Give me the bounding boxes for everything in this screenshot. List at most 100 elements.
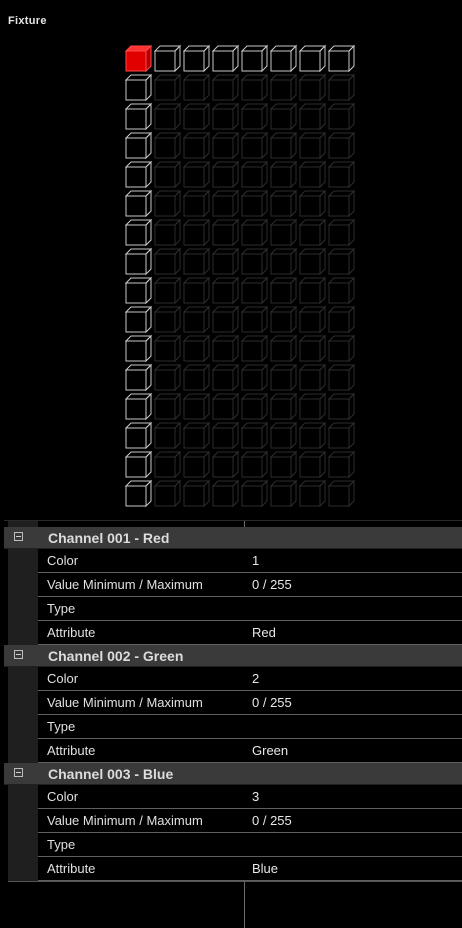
fixture-cell[interactable] — [327, 160, 356, 189]
fixture-cell[interactable] — [153, 102, 182, 131]
fixture-cell[interactable] — [240, 392, 269, 421]
fixture-cell[interactable] — [124, 218, 153, 247]
fixture-cell[interactable] — [124, 102, 153, 131]
fixture-cell[interactable] — [211, 189, 240, 218]
fixture-cell[interactable] — [269, 450, 298, 479]
fixture-cell[interactable] — [298, 44, 327, 73]
fixture-cell[interactable] — [327, 334, 356, 363]
fixture-cell[interactable] — [269, 334, 298, 363]
fixture-cell[interactable] — [153, 334, 182, 363]
fixture-cell[interactable] — [327, 218, 356, 247]
fixture-cell[interactable] — [240, 479, 269, 508]
property-value[interactable]: Blue — [252, 861, 278, 876]
fixture-cell[interactable] — [124, 392, 153, 421]
fixture-cell[interactable] — [298, 450, 327, 479]
fixture-cell[interactable] — [269, 131, 298, 160]
fixture-cell[interactable] — [327, 363, 356, 392]
property-value[interactable]: 3 — [252, 789, 259, 804]
fixture-cell[interactable] — [124, 73, 153, 102]
fixture-cell[interactable] — [211, 334, 240, 363]
property-value[interactable]: 0 / 255 — [252, 813, 292, 828]
fixture-cell[interactable] — [240, 44, 269, 73]
fixture-cell[interactable] — [240, 450, 269, 479]
fixture-cell[interactable] — [269, 479, 298, 508]
fixture-cell[interactable] — [182, 334, 211, 363]
collapse-icon[interactable] — [14, 650, 23, 659]
fixture-cell[interactable] — [153, 247, 182, 276]
fixture-cell[interactable] — [240, 102, 269, 131]
fixture-cell[interactable] — [153, 479, 182, 508]
fixture-cell[interactable] — [269, 276, 298, 305]
property-value[interactable]: Green — [252, 743, 288, 758]
fixture-cell[interactable] — [182, 276, 211, 305]
fixture-cell[interactable] — [124, 189, 153, 218]
fixture-cell[interactable] — [182, 73, 211, 102]
fixture-cell[interactable] — [327, 305, 356, 334]
property-row-color[interactable]: Color 3 — [38, 785, 462, 809]
fixture-grid[interactable] — [124, 44, 364, 514]
fixture-cell[interactable] — [153, 73, 182, 102]
fixture-cell[interactable] — [153, 131, 182, 160]
category-channel-002[interactable]: Channel 002 - Green — [4, 645, 462, 667]
fixture-cell[interactable] — [124, 479, 153, 508]
fixture-cell-selected[interactable] — [124, 44, 153, 73]
fixture-cell[interactable] — [327, 44, 356, 73]
fixture-cell[interactable] — [211, 305, 240, 334]
fixture-cell[interactable] — [298, 218, 327, 247]
fixture-cell[interactable] — [182, 421, 211, 450]
fixture-cell[interactable] — [298, 160, 327, 189]
fixture-cell[interactable] — [269, 44, 298, 73]
fixture-cell[interactable] — [211, 73, 240, 102]
fixture-cell[interactable] — [298, 247, 327, 276]
fixture-cell[interactable] — [298, 305, 327, 334]
fixture-cell[interactable] — [269, 363, 298, 392]
fixture-cell[interactable] — [298, 421, 327, 450]
property-row-attribute[interactable]: Attribute Green — [38, 739, 462, 763]
fixture-cell[interactable] — [240, 334, 269, 363]
fixture-cell[interactable] — [153, 392, 182, 421]
fixture-cell[interactable] — [327, 421, 356, 450]
property-row-color[interactable]: Color 2 — [38, 667, 462, 691]
fixture-cell[interactable] — [124, 276, 153, 305]
fixture-cell[interactable] — [298, 363, 327, 392]
fixture-cell[interactable] — [153, 305, 182, 334]
collapse-icon[interactable] — [14, 768, 23, 777]
fixture-cell[interactable] — [211, 276, 240, 305]
fixture-cell[interactable] — [211, 160, 240, 189]
fixture-cell[interactable] — [211, 131, 240, 160]
fixture-cell[interactable] — [298, 392, 327, 421]
property-row-color[interactable]: Color 1 — [38, 549, 462, 573]
fixture-cell[interactable] — [182, 44, 211, 73]
fixture-cell[interactable] — [124, 131, 153, 160]
property-value[interactable]: Red — [252, 625, 276, 640]
fixture-cell[interactable] — [298, 479, 327, 508]
fixture-cell[interactable] — [124, 450, 153, 479]
fixture-cell[interactable] — [298, 131, 327, 160]
property-value[interactable]: 2 — [252, 671, 259, 686]
fixture-cell[interactable] — [327, 189, 356, 218]
fixture-cell[interactable] — [124, 160, 153, 189]
fixture-cell[interactable] — [124, 334, 153, 363]
fixture-cell[interactable] — [269, 421, 298, 450]
fixture-cell[interactable] — [182, 363, 211, 392]
fixture-cell[interactable] — [240, 247, 269, 276]
fixture-cell[interactable] — [269, 392, 298, 421]
property-row-type[interactable]: Type — [38, 715, 462, 739]
property-value[interactable]: 0 / 255 — [252, 577, 292, 592]
fixture-cell[interactable] — [211, 102, 240, 131]
fixture-cell[interactable] — [182, 479, 211, 508]
property-value[interactable]: 1 — [252, 553, 259, 568]
fixture-cell[interactable] — [269, 189, 298, 218]
fixture-cell[interactable] — [153, 218, 182, 247]
fixture-cell[interactable] — [240, 160, 269, 189]
property-row-value-range[interactable]: Value Minimum / Maximum 0 / 255 — [38, 691, 462, 715]
fixture-cell[interactable] — [153, 160, 182, 189]
fixture-cell[interactable] — [211, 479, 240, 508]
fixture-cell[interactable] — [269, 73, 298, 102]
fixture-cell[interactable] — [153, 450, 182, 479]
fixture-cell[interactable] — [211, 247, 240, 276]
fixture-cell[interactable] — [211, 363, 240, 392]
fixture-cell[interactable] — [124, 421, 153, 450]
property-row-type[interactable]: Type — [38, 833, 462, 857]
fixture-cell[interactable] — [327, 73, 356, 102]
